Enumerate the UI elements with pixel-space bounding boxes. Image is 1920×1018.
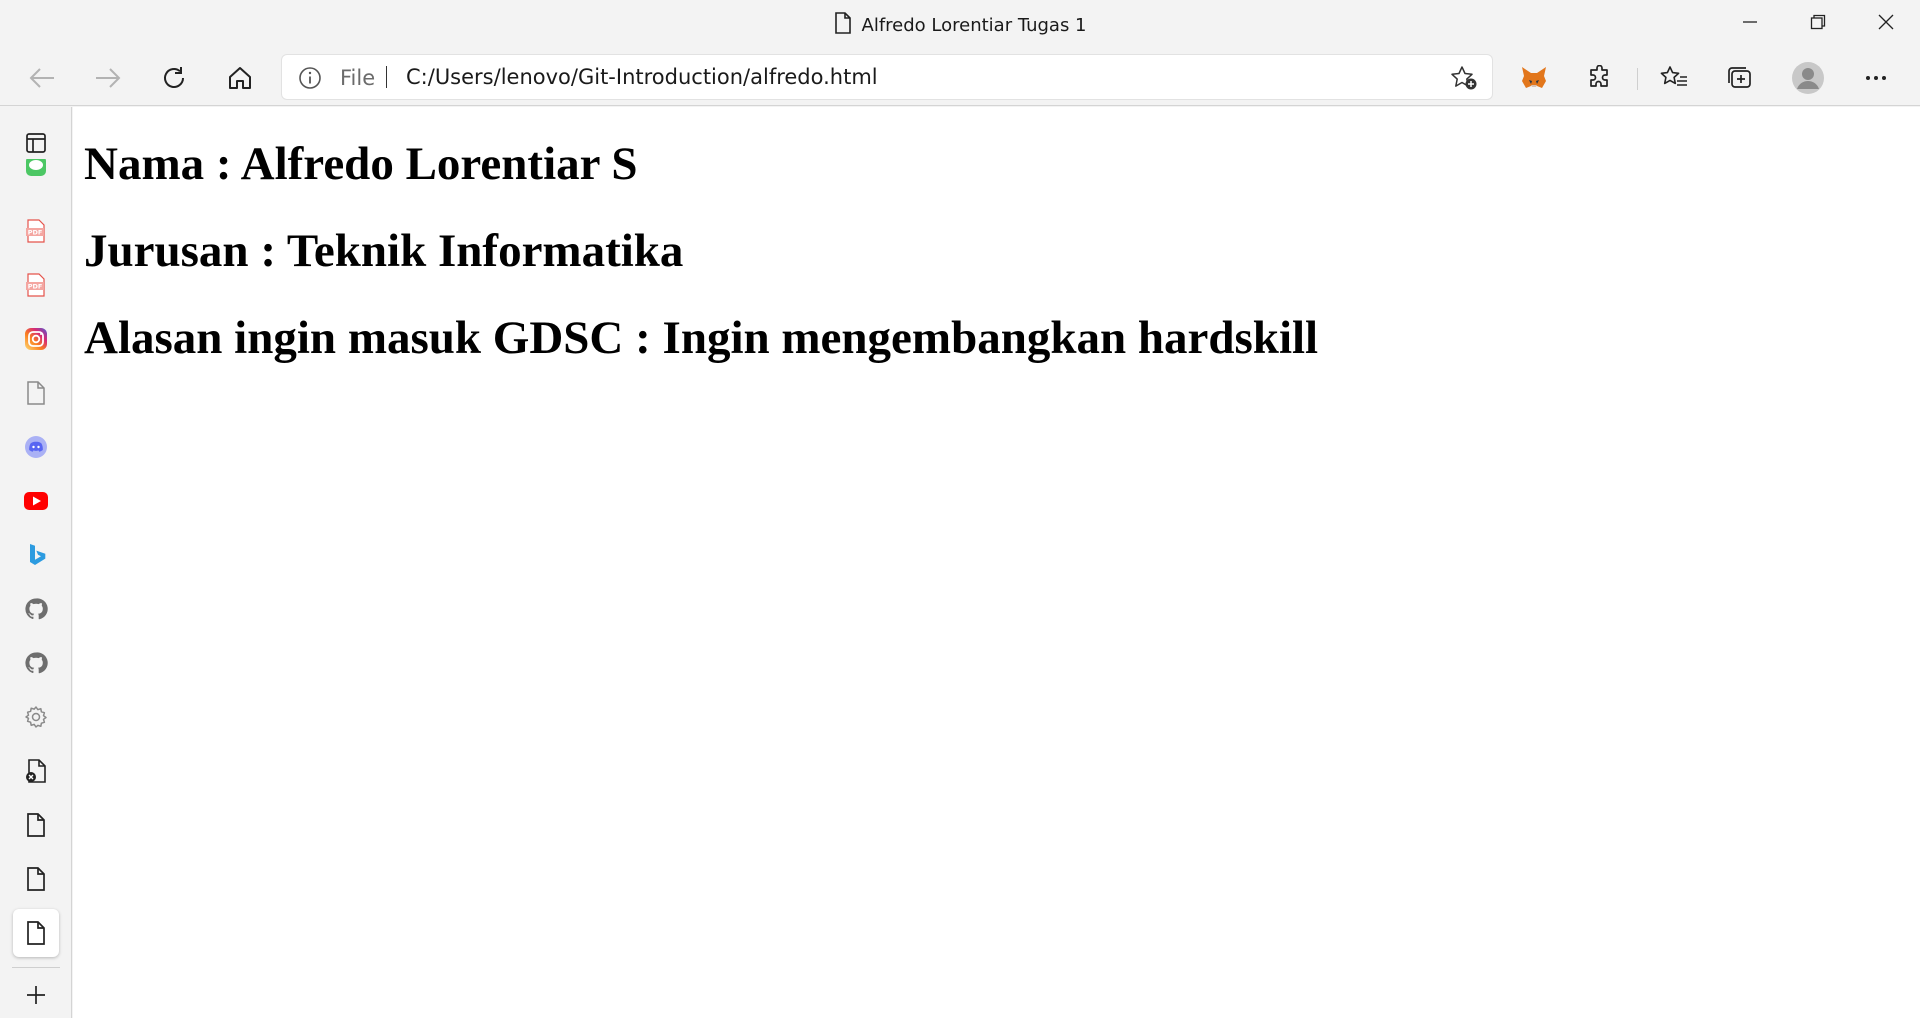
ellipsis-icon: [1866, 76, 1886, 80]
minimize-button[interactable]: [1716, 0, 1784, 44]
title-bar: Alfredo Lorentiar Tugas 1: [0, 0, 1920, 50]
window-title: Alfredo Lorentiar Tugas 1: [861, 14, 1087, 36]
star-add-icon: [1451, 66, 1477, 90]
sidebar-tab-document-error[interactable]: [16, 751, 56, 791]
document-icon: [27, 921, 45, 945]
sidebar-tab-document-3[interactable]: [16, 859, 56, 899]
close-icon: [1878, 14, 1894, 30]
page-content: Nama : Alfredo Lorentiar S Jurusan : Tek…: [73, 107, 1920, 1018]
new-tab-button[interactable]: [16, 975, 56, 1015]
metamask-extension-button[interactable]: [1514, 58, 1554, 98]
puzzle-icon: [1590, 65, 1608, 87]
profile-button[interactable]: [1788, 58, 1828, 98]
bing-icon: [30, 544, 46, 565]
document-error-icon: [26, 759, 46, 783]
sidebar-tab-document-2[interactable]: [16, 805, 56, 845]
document-icon: [27, 867, 45, 891]
heading-jurusan: Jurusan : Teknik Informatika: [84, 225, 684, 277]
settings-gear-icon: [25, 706, 47, 728]
sidebar-tab-line[interactable]: [16, 159, 56, 177]
address-separator: [386, 66, 387, 88]
sidebar-divider: [12, 967, 60, 968]
tab-actions-icon: [26, 133, 46, 153]
line-app-icon: [26, 159, 46, 176]
back-arrow-icon: [29, 68, 54, 88]
favorites-star-list-icon: [1660, 66, 1687, 86]
svg-text:PDF: PDF: [28, 283, 43, 291]
discord-icon: [25, 436, 47, 458]
forward-arrow-icon: [96, 68, 121, 88]
toolbar-divider: [1637, 68, 1638, 90]
sidebar-tab-document-1[interactable]: [16, 373, 56, 413]
address-url[interactable]: C:/Users/lenovo/Git-Introduction/alfredo…: [406, 65, 878, 89]
document-icon: [27, 381, 45, 405]
address-bar[interactable]: File C:/Users/lenovo/Git-Introduction/al…: [282, 55, 1492, 99]
instagram-icon: [25, 328, 47, 350]
sidebar-tab-pdf-1[interactable]: PDF: [16, 211, 56, 251]
site-info-icon[interactable]: [298, 66, 322, 90]
document-icon: [27, 813, 45, 837]
sidebar-tab-settings[interactable]: [16, 697, 56, 737]
tab-actions-button[interactable]: [16, 123, 56, 163]
browser-toolbar: File C:/Users/lenovo/Git-Introduction/al…: [0, 50, 1920, 106]
youtube-icon: [24, 492, 48, 510]
add-favorite-button[interactable]: [1450, 65, 1478, 96]
minimize-icon: [1743, 21, 1757, 23]
pdf-file-icon: PDF: [26, 219, 45, 243]
restore-button[interactable]: [1784, 0, 1852, 44]
extensions-button[interactable]: [1580, 58, 1620, 98]
sidebar-tab-discord[interactable]: [16, 427, 56, 467]
back-button[interactable]: [22, 58, 62, 98]
refresh-button[interactable]: [154, 58, 194, 98]
svg-text:PDF: PDF: [28, 229, 43, 237]
pdf-file-icon: PDF: [26, 273, 45, 297]
restore-icon: [1810, 14, 1826, 30]
document-icon: [834, 11, 852, 39]
sidebar-tab-bing[interactable]: [16, 535, 56, 575]
new-tab-plus-icon: [27, 986, 45, 1004]
github-icon: [25, 598, 48, 620]
sidebar-tab-active[interactable]: [13, 909, 59, 957]
github-icon: [25, 652, 48, 674]
address-protocol: File: [340, 66, 376, 90]
more-menu-button[interactable]: [1856, 58, 1896, 98]
collections-button[interactable]: [1720, 58, 1760, 98]
sidebar-tab-instagram[interactable]: [16, 319, 56, 359]
forward-button[interactable]: [88, 58, 128, 98]
refresh-icon: [164, 67, 184, 88]
sidebar-tab-github-2[interactable]: [16, 643, 56, 683]
collections-icon: [1728, 67, 1751, 88]
metamask-fox-icon: [1522, 67, 1546, 88]
home-button[interactable]: [220, 58, 260, 98]
close-button[interactable]: [1852, 0, 1920, 44]
sidebar-tab-pdf-2[interactable]: PDF: [16, 265, 56, 305]
avatar-icon: [1792, 62, 1824, 94]
home-icon: [229, 67, 251, 89]
sidebar-tab-youtube[interactable]: [16, 481, 56, 521]
heading-nama: Nama : Alfredo Lorentiar S: [84, 138, 638, 190]
sidebar-tab-github-1[interactable]: [16, 589, 56, 629]
window-title-group: Alfredo Lorentiar Tugas 1: [0, 11, 1920, 39]
favorites-button[interactable]: [1654, 58, 1694, 98]
vertical-tabs-sidebar: PDF PDF: [0, 107, 72, 1018]
heading-alasan: Alasan ingin masuk GDSC : Ingin mengemba…: [84, 312, 1319, 364]
